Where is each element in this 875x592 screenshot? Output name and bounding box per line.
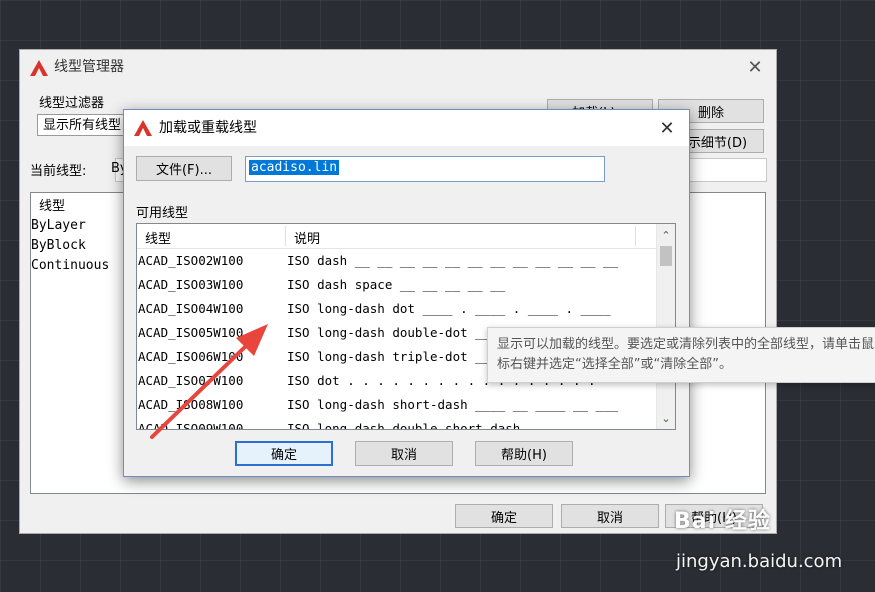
watermark-url: jingyan.baidu.com: [676, 551, 843, 572]
watermark-logo: Bai 经验: [674, 509, 771, 534]
